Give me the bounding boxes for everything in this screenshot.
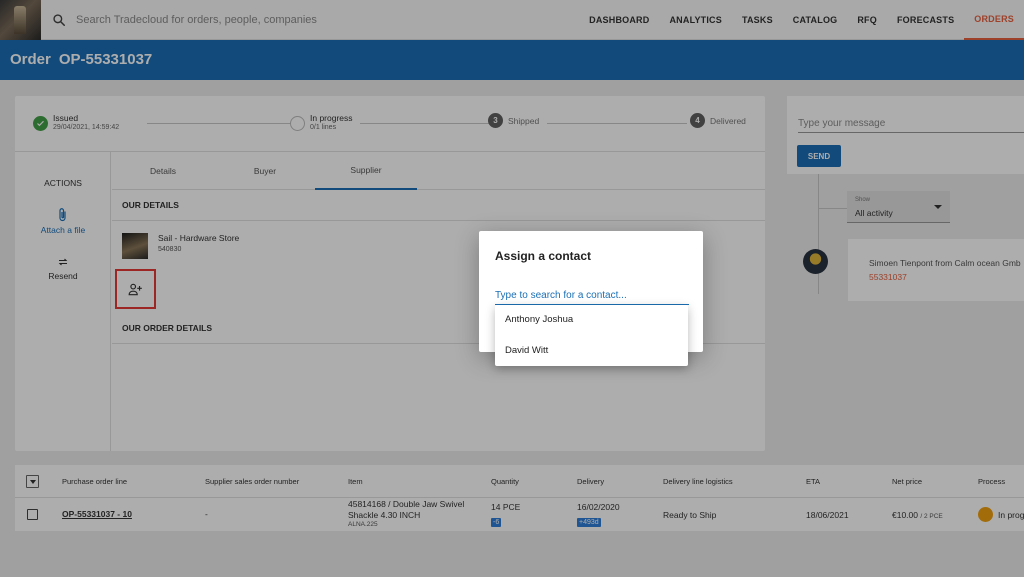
dialog-title: Assign a contact (495, 249, 592, 263)
contact-option[interactable]: David Witt (495, 336, 688, 366)
contact-search-input[interactable] (495, 287, 689, 305)
contact-option[interactable]: Anthony Joshua (495, 305, 688, 335)
contact-options-list: Anthony Joshua David Witt (495, 305, 688, 366)
